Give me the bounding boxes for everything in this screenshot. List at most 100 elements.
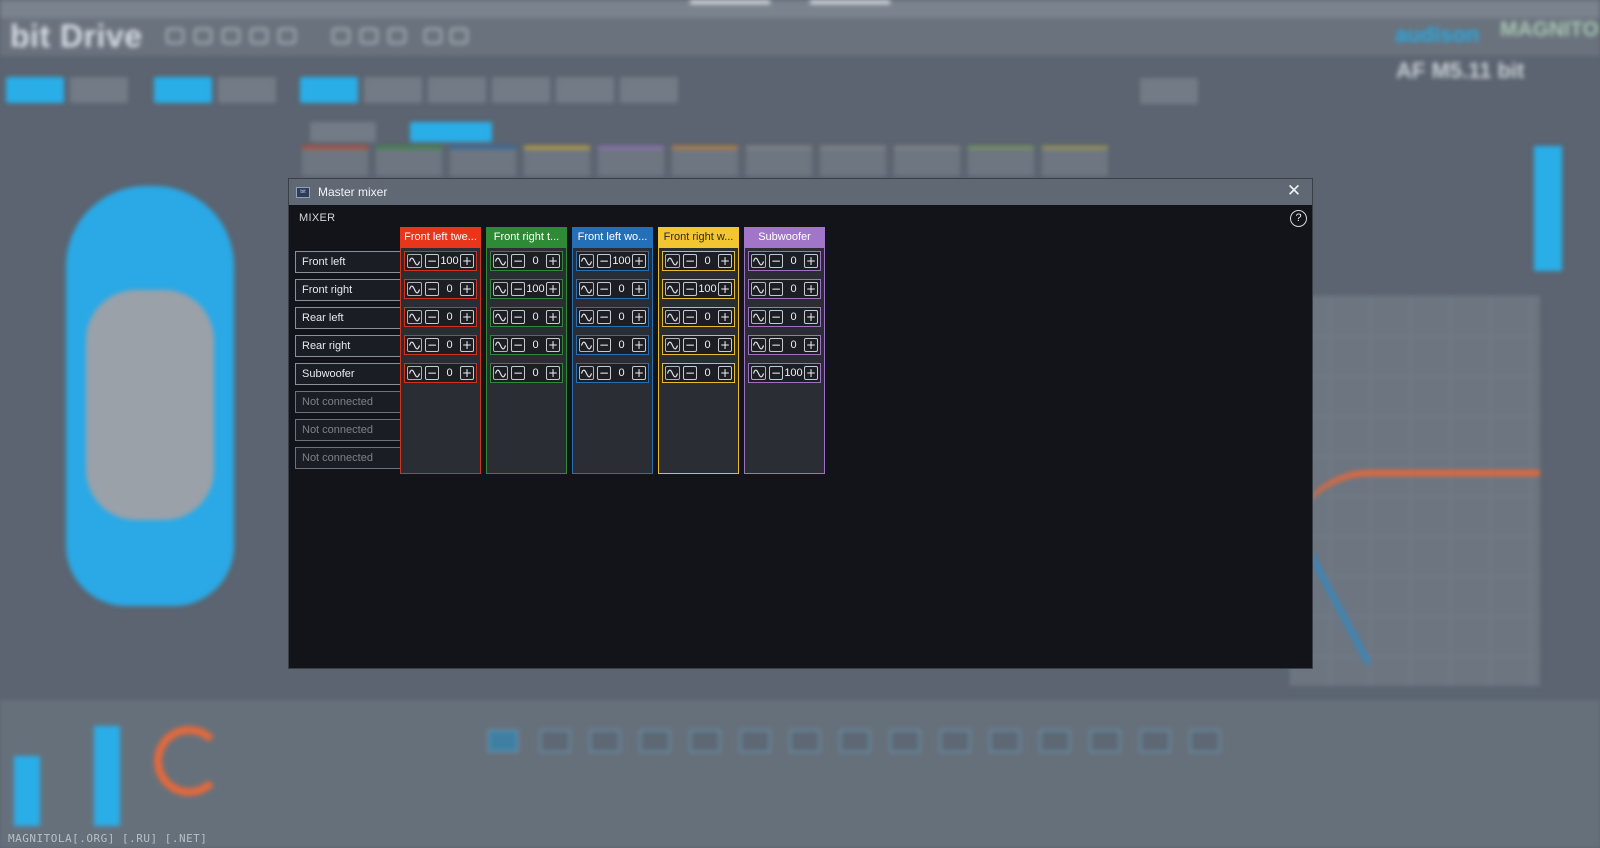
mix-level-value[interactable]: 0 — [439, 339, 460, 351]
sine-wave-icon[interactable] — [665, 254, 680, 268]
sine-wave-icon[interactable] — [665, 310, 680, 324]
mix-level-value[interactable]: 0 — [525, 311, 546, 323]
decrease-button[interactable]: − — [597, 254, 611, 268]
mix-level-value[interactable]: 100 — [697, 283, 718, 295]
dialog-title-bar[interactable]: bit Master mixer ✕ — [289, 179, 1312, 205]
increase-button[interactable]: + — [460, 254, 474, 268]
sine-wave-icon[interactable] — [579, 282, 594, 296]
help-button[interactable]: ? — [1290, 210, 1307, 227]
decrease-button[interactable]: − — [683, 366, 697, 380]
mix-level-value[interactable]: 100 — [783, 367, 804, 379]
mix-level-value[interactable]: 100 — [525, 283, 546, 295]
decrease-button[interactable]: − — [769, 310, 783, 324]
increase-button[interactable]: + — [546, 254, 560, 268]
increase-button[interactable]: + — [718, 338, 732, 352]
mix-level-value[interactable]: 100 — [439, 255, 460, 267]
mix-level-value[interactable]: 0 — [611, 367, 632, 379]
sine-wave-icon[interactable] — [407, 254, 422, 268]
increase-button[interactable]: + — [546, 338, 560, 352]
increase-button[interactable]: + — [546, 366, 560, 380]
sine-wave-icon[interactable] — [493, 254, 508, 268]
sine-wave-icon[interactable] — [493, 366, 508, 380]
decrease-button[interactable]: − — [683, 338, 697, 352]
sine-wave-icon[interactable] — [493, 338, 508, 352]
mix-level-value[interactable]: 0 — [697, 311, 718, 323]
sine-wave-icon[interactable] — [579, 254, 594, 268]
decrease-button[interactable]: − — [425, 310, 439, 324]
increase-button[interactable]: + — [804, 282, 818, 296]
mix-level-value[interactable]: 0 — [697, 339, 718, 351]
mix-level-value[interactable]: 0 — [697, 255, 718, 267]
sine-wave-icon[interactable] — [407, 338, 422, 352]
decrease-button[interactable]: − — [425, 254, 439, 268]
decrease-button[interactable]: − — [597, 338, 611, 352]
sine-wave-icon[interactable] — [493, 310, 508, 324]
sine-wave-icon[interactable] — [579, 366, 594, 380]
decrease-button[interactable]: − — [425, 366, 439, 380]
sine-wave-icon[interactable] — [407, 282, 422, 296]
sine-wave-icon[interactable] — [751, 254, 766, 268]
mix-level-value[interactable]: 0 — [439, 311, 460, 323]
sine-wave-icon[interactable] — [665, 282, 680, 296]
decrease-button[interactable]: − — [769, 282, 783, 296]
increase-button[interactable]: + — [460, 310, 474, 324]
mix-level-value[interactable]: 0 — [439, 367, 460, 379]
increase-button[interactable]: + — [460, 366, 474, 380]
increase-button[interactable]: + — [804, 254, 818, 268]
decrease-button[interactable]: − — [511, 338, 525, 352]
decrease-button[interactable]: − — [769, 254, 783, 268]
increase-button[interactable]: + — [632, 366, 646, 380]
decrease-button[interactable]: − — [683, 282, 697, 296]
decrease-button[interactable]: − — [683, 310, 697, 324]
increase-button[interactable]: + — [718, 254, 732, 268]
sine-wave-icon[interactable] — [407, 366, 422, 380]
increase-button[interactable]: + — [632, 338, 646, 352]
sine-wave-icon[interactable] — [493, 282, 508, 296]
mix-level-value[interactable]: 0 — [783, 339, 804, 351]
mix-level-value[interactable]: 0 — [611, 283, 632, 295]
sine-wave-icon[interactable] — [751, 282, 766, 296]
decrease-button[interactable]: − — [597, 366, 611, 380]
sine-wave-icon[interactable] — [751, 310, 766, 324]
sine-wave-icon[interactable] — [579, 338, 594, 352]
mix-level-value[interactable]: 0 — [439, 283, 460, 295]
mix-level-value[interactable]: 0 — [525, 339, 546, 351]
increase-button[interactable]: + — [804, 366, 818, 380]
decrease-button[interactable]: − — [683, 254, 697, 268]
increase-button[interactable]: + — [546, 282, 560, 296]
increase-button[interactable]: + — [460, 338, 474, 352]
decrease-button[interactable]: − — [511, 254, 525, 268]
decrease-button[interactable]: − — [597, 310, 611, 324]
increase-button[interactable]: + — [718, 366, 732, 380]
increase-button[interactable]: + — [718, 310, 732, 324]
mix-level-value[interactable]: 0 — [611, 311, 632, 323]
sine-wave-icon[interactable] — [665, 338, 680, 352]
decrease-button[interactable]: − — [769, 366, 783, 380]
close-button[interactable]: ✕ — [1284, 181, 1304, 201]
decrease-button[interactable]: − — [597, 282, 611, 296]
decrease-button[interactable]: − — [769, 338, 783, 352]
increase-button[interactable]: + — [632, 254, 646, 268]
increase-button[interactable]: + — [804, 338, 818, 352]
decrease-button[interactable]: − — [425, 338, 439, 352]
mix-level-value[interactable]: 0 — [611, 339, 632, 351]
increase-button[interactable]: + — [632, 282, 646, 296]
decrease-button[interactable]: − — [425, 282, 439, 296]
increase-button[interactable]: + — [546, 310, 560, 324]
sine-wave-icon[interactable] — [579, 310, 594, 324]
mix-level-value[interactable]: 0 — [525, 255, 546, 267]
decrease-button[interactable]: − — [511, 282, 525, 296]
sine-wave-icon[interactable] — [751, 366, 766, 380]
mix-level-value[interactable]: 0 — [525, 367, 546, 379]
mix-level-value[interactable]: 0 — [783, 311, 804, 323]
sine-wave-icon[interactable] — [665, 366, 680, 380]
decrease-button[interactable]: − — [511, 310, 525, 324]
sine-wave-icon[interactable] — [407, 310, 422, 324]
increase-button[interactable]: + — [460, 282, 474, 296]
decrease-button[interactable]: − — [511, 366, 525, 380]
increase-button[interactable]: + — [804, 310, 818, 324]
mix-level-value[interactable]: 0 — [697, 367, 718, 379]
mix-level-value[interactable]: 100 — [611, 255, 632, 267]
increase-button[interactable]: + — [718, 282, 732, 296]
mix-level-value[interactable]: 0 — [783, 283, 804, 295]
